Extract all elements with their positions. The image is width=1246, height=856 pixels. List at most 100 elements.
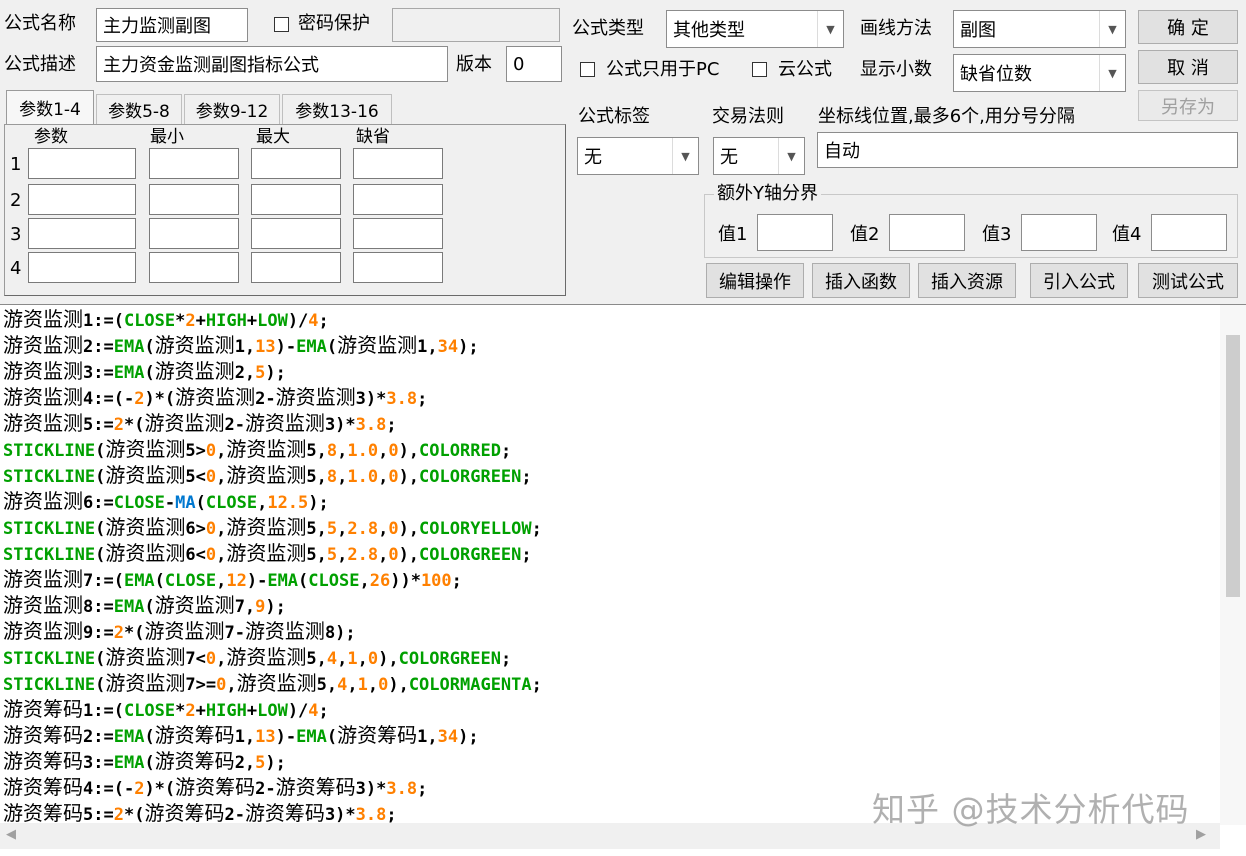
code-line[interactable]: 游资监测8:=EMA(游资监测7,9);: [3, 592, 1218, 618]
code-line[interactable]: 游资监测4:=(-2)*(游资监测2-游资监测3)*3.8;: [3, 384, 1218, 410]
vertical-scrollbar[interactable]: [1220, 305, 1246, 825]
code-line[interactable]: 游资筹码1:=(CLOSE*2+HIGH+LOW)/4;: [3, 696, 1218, 722]
param-4-max[interactable]: [251, 252, 341, 283]
param-4-name[interactable]: [28, 252, 136, 283]
code-line[interactable]: STICKLINE(游资监测5<0,游资监测5,8,1.0,0),COLORGR…: [3, 462, 1218, 488]
coord-line-input[interactable]: 自动: [817, 132, 1238, 168]
param-4-min[interactable]: [149, 252, 239, 283]
code-token: 6>: [185, 519, 206, 539]
code-token: -: [164, 493, 176, 513]
code-line[interactable]: STICKLINE(游资监测6>0,游资监测5,5,2.8,0),COLORYE…: [3, 514, 1218, 540]
code-token: ;: [531, 675, 542, 695]
decimal-select[interactable]: 缺省位数 ▼: [953, 54, 1126, 92]
code-line[interactable]: STICKLINE(游资监测7>=0,游资监测5,4,1,0),COLORMAG…: [3, 670, 1218, 696]
save-as-button[interactable]: 另存为: [1138, 90, 1238, 121]
code-line[interactable]: 游资筹码2:=EMA(游资筹码1,13)-EMA(游资筹码1,34);: [3, 722, 1218, 748]
value4-input[interactable]: [1151, 214, 1227, 251]
formula-name-label: 公式名称: [4, 13, 76, 34]
param-3-name[interactable]: [28, 218, 136, 249]
tab-params-9-12[interactable]: 参数9-12: [184, 94, 280, 124]
scroll-left-icon[interactable]: ◀: [6, 827, 16, 842]
value1-input[interactable]: [757, 214, 833, 251]
password-checkbox[interactable]: [274, 17, 289, 32]
code-token: COLORMAGENTA: [408, 675, 532, 695]
chevron-down-icon[interactable]: ▼: [778, 138, 804, 174]
value1-label: 值1: [718, 224, 748, 245]
draw-method-select[interactable]: 副图 ▼: [953, 10, 1126, 48]
code-token: );: [265, 753, 286, 773]
code-token: 1,: [234, 727, 256, 747]
import-formula-button[interactable]: 引入公式: [1030, 263, 1128, 298]
code-token: 4: [326, 649, 338, 669]
trade-rule-select[interactable]: 无 ▼: [713, 137, 805, 175]
code-token: ,: [257, 493, 268, 513]
code-line[interactable]: 游资监测7:=(EMA(CLOSE,12)-EMA(CLOSE,26))*100…: [3, 566, 1218, 592]
param-2-max[interactable]: [251, 184, 341, 215]
code-line[interactable]: 游资监测2:=EMA(游资监测1,13)-EMA(游资监测1,34);: [3, 332, 1218, 358]
param-2-min[interactable]: [149, 184, 239, 215]
code-token: ,: [367, 675, 379, 695]
param-2-name[interactable]: [28, 184, 136, 215]
code-text[interactable]: 游资监测1:=(CLOSE*2+HIGH+LOW)/4; 游资监测2:=EMA(游…: [3, 306, 1218, 823]
param-1-max[interactable]: [251, 148, 341, 179]
code-token: 12.5: [267, 493, 309, 513]
code-editor[interactable]: 游资监测1:=(CLOSE*2+HIGH+LOW)/4; 游资监测2:=EMA(游…: [0, 304, 1246, 856]
value3-input[interactable]: [1021, 214, 1097, 251]
cancel-button[interactable]: 取 消: [1138, 50, 1238, 84]
chevron-down-icon[interactable]: ▼: [1099, 55, 1125, 91]
code-line[interactable]: 游资监测1:=(CLOSE*2+HIGH+LOW)/4;: [3, 306, 1218, 332]
code-line[interactable]: STICKLINE(游资监测5>0,游资监测5,8,1.0,0),COLORRE…: [3, 436, 1218, 462]
formula-name-input[interactable]: 主力监测副图: [96, 8, 248, 42]
param-2-default[interactable]: [353, 184, 443, 215]
code-token: 3:=: [83, 753, 114, 773]
code-token: COLORGREEN: [419, 545, 522, 565]
tab-params-1-4[interactable]: 参数1-4: [6, 90, 94, 124]
insert-resource-button[interactable]: 插入资源: [918, 263, 1016, 298]
code-token: 游资筹码: [3, 697, 83, 721]
code-token: 3.8: [386, 389, 418, 409]
code-line[interactable]: 游资监测9:=2*(游资监测7-游资监测8);: [3, 618, 1218, 644]
code-token: 9: [255, 597, 266, 617]
formula-tag-select[interactable]: 无 ▼: [577, 137, 699, 175]
code-line[interactable]: 游资筹码3:=EMA(游资筹码2,5);: [3, 748, 1218, 774]
code-line[interactable]: 游资监测6:=CLOSE-MA(CLOSE,12.5);: [3, 488, 1218, 514]
code-token: (: [298, 571, 309, 591]
edit-ops-button[interactable]: 编辑操作: [706, 263, 804, 298]
chevron-down-icon[interactable]: ▼: [1099, 11, 1125, 47]
param-3-max[interactable]: [251, 218, 341, 249]
param-3-default[interactable]: [353, 218, 443, 249]
param-1-default[interactable]: [353, 148, 443, 179]
pc-only-checkbox[interactable]: [580, 62, 595, 77]
code-line[interactable]: STICKLINE(游资监测7<0,游资监测5,4,1,0),COLORGREE…: [3, 644, 1218, 670]
code-token: 2: [113, 623, 124, 643]
version-input[interactable]: 0: [506, 46, 562, 82]
param-1-name[interactable]: [28, 148, 136, 179]
chevron-down-icon[interactable]: ▼: [672, 138, 698, 174]
param-4-default[interactable]: [353, 252, 443, 283]
scroll-right-icon[interactable]: ▶: [1196, 827, 1206, 842]
formula-desc-label: 公式描述: [4, 54, 76, 75]
ok-button[interactable]: 确 定: [1138, 10, 1238, 44]
param-1-min[interactable]: [149, 148, 239, 179]
code-token: 0: [367, 649, 379, 669]
formula-type-value: 其他类型: [673, 20, 745, 41]
code-token: 1.0: [347, 441, 379, 461]
test-formula-button[interactable]: 测试公式: [1138, 263, 1238, 298]
code-line[interactable]: STICKLINE(游资监测6<0,游资监测5,5,2.8,0),COLORGR…: [3, 540, 1218, 566]
chevron-down-icon[interactable]: ▼: [817, 11, 843, 47]
code-token: );: [265, 597, 286, 617]
formula-type-select[interactable]: 其他类型 ▼: [666, 10, 844, 48]
value2-input[interactable]: [889, 214, 965, 251]
code-line[interactable]: 游资监测3:=EMA(游资监测2,5);: [3, 358, 1218, 384]
code-line[interactable]: 游资监测5:=2*(游资监测2-游资监测3)*3.8;: [3, 410, 1218, 436]
tab-params-5-8[interactable]: 参数5-8: [96, 94, 182, 124]
code-token: STICKLINE: [3, 519, 96, 539]
formula-desc-input[interactable]: 主力资金监测副图指标公式: [96, 46, 448, 82]
cloud-checkbox[interactable]: [752, 62, 767, 77]
tab-params-13-16[interactable]: 参数13-16: [282, 94, 392, 124]
code-token: 游资监测: [105, 515, 186, 539]
code-token: *(: [123, 805, 145, 823]
vertical-scroll-thumb[interactable]: [1226, 335, 1240, 597]
param-3-min[interactable]: [149, 218, 239, 249]
insert-function-button[interactable]: 插入函数: [812, 263, 910, 298]
